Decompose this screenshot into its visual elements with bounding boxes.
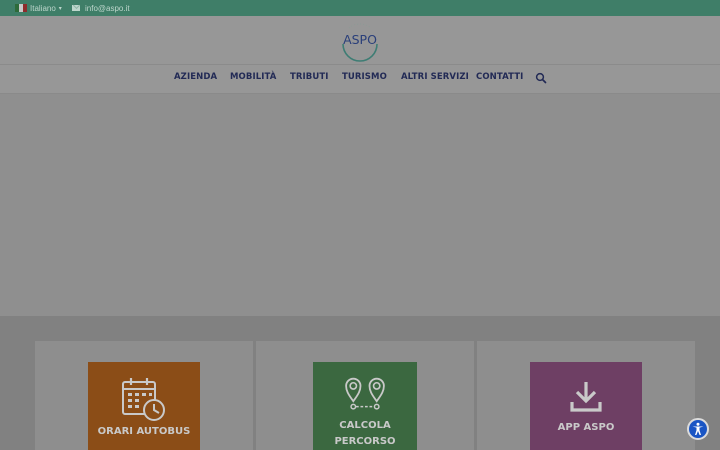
nav-item-azienda[interactable]: AZIENDA xyxy=(174,72,217,82)
nav-item-turismo[interactable]: TURISMO xyxy=(342,72,387,82)
email-text: info@aspo.it xyxy=(85,3,130,13)
language-selector[interactable]: Italiano ▾ xyxy=(15,3,62,13)
app-aspo-label: APP ASPO xyxy=(557,422,615,433)
orari-autobus-label: ORARI AUTOBUS xyxy=(97,426,191,437)
language-label: Italiano xyxy=(30,3,56,13)
calendar-clock-icon xyxy=(122,378,165,421)
top-bar: Italiano ▾ info@aspo.it xyxy=(0,0,720,16)
calcola-percorso-button[interactable]: CALCOLA PERCORSO xyxy=(313,362,417,450)
nav-divider xyxy=(0,64,720,65)
nav-item-mobilita[interactable]: MOBILITÀ xyxy=(230,72,276,82)
hero-banner xyxy=(0,94,720,316)
search-icon[interactable] xyxy=(535,72,547,84)
caret-down-icon: ▾ xyxy=(58,5,62,12)
nav-item-altri-servizi[interactable]: ALTRI SERVIZI xyxy=(401,72,469,82)
route-pins-icon xyxy=(345,377,385,410)
nav-item-contatti[interactable]: CONTATTI xyxy=(476,72,523,82)
app-aspo-button[interactable]: APP ASPO xyxy=(530,362,642,450)
download-icon xyxy=(570,382,602,412)
envelope-icon xyxy=(72,5,80,11)
logo-text: ASPO xyxy=(343,32,377,47)
accessibility-icon xyxy=(692,422,704,435)
email-link[interactable]: info@aspo.it xyxy=(72,3,130,13)
nav-item-tributi[interactable]: TRIBUTI xyxy=(290,72,329,82)
main-nav: AZIENDA MOBILITÀ TRIBUTI TURISMO ALTRI S… xyxy=(0,66,720,92)
aspo-logo[interactable]: ASPO xyxy=(337,22,383,62)
calcola-percorso-label-line1: CALCOLA xyxy=(339,420,391,431)
calcola-percorso-label-line2: PERCORSO xyxy=(334,436,396,447)
italy-flag-icon xyxy=(15,4,27,12)
accessibility-button[interactable] xyxy=(687,418,709,440)
orari-autobus-button[interactable]: ORARI AUTOBUS xyxy=(88,362,200,450)
